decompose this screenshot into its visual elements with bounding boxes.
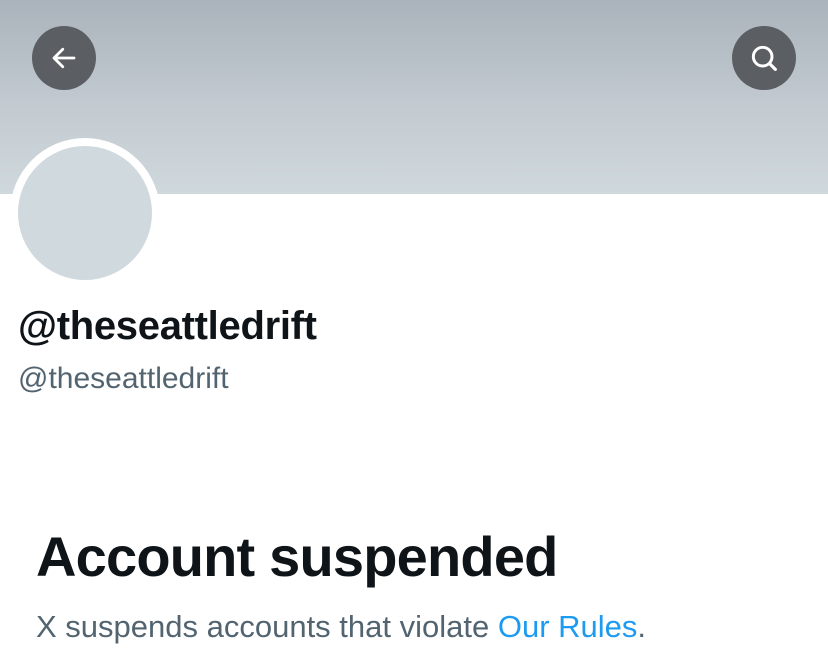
suspended-title: Account suspended [36, 525, 558, 588]
profile-page: @theseattledrift @theseattledrift Accoun… [0, 0, 828, 670]
profile-handle: @theseattledrift [18, 362, 229, 395]
search-button[interactable] [732, 26, 796, 90]
arrow-left-icon [52, 47, 76, 69]
avatar[interactable] [18, 146, 152, 280]
search-icon [751, 45, 777, 71]
our-rules-link[interactable]: Our Rules [498, 609, 638, 644]
suspended-description-period: . [637, 609, 647, 644]
profile-display-name: @theseattledrift [18, 304, 317, 348]
suspended-description-text: X suspends accounts that violate [36, 609, 498, 644]
suspended-description: X suspends accounts that violate Our Rul… [36, 609, 646, 645]
back-button[interactable] [32, 26, 96, 90]
